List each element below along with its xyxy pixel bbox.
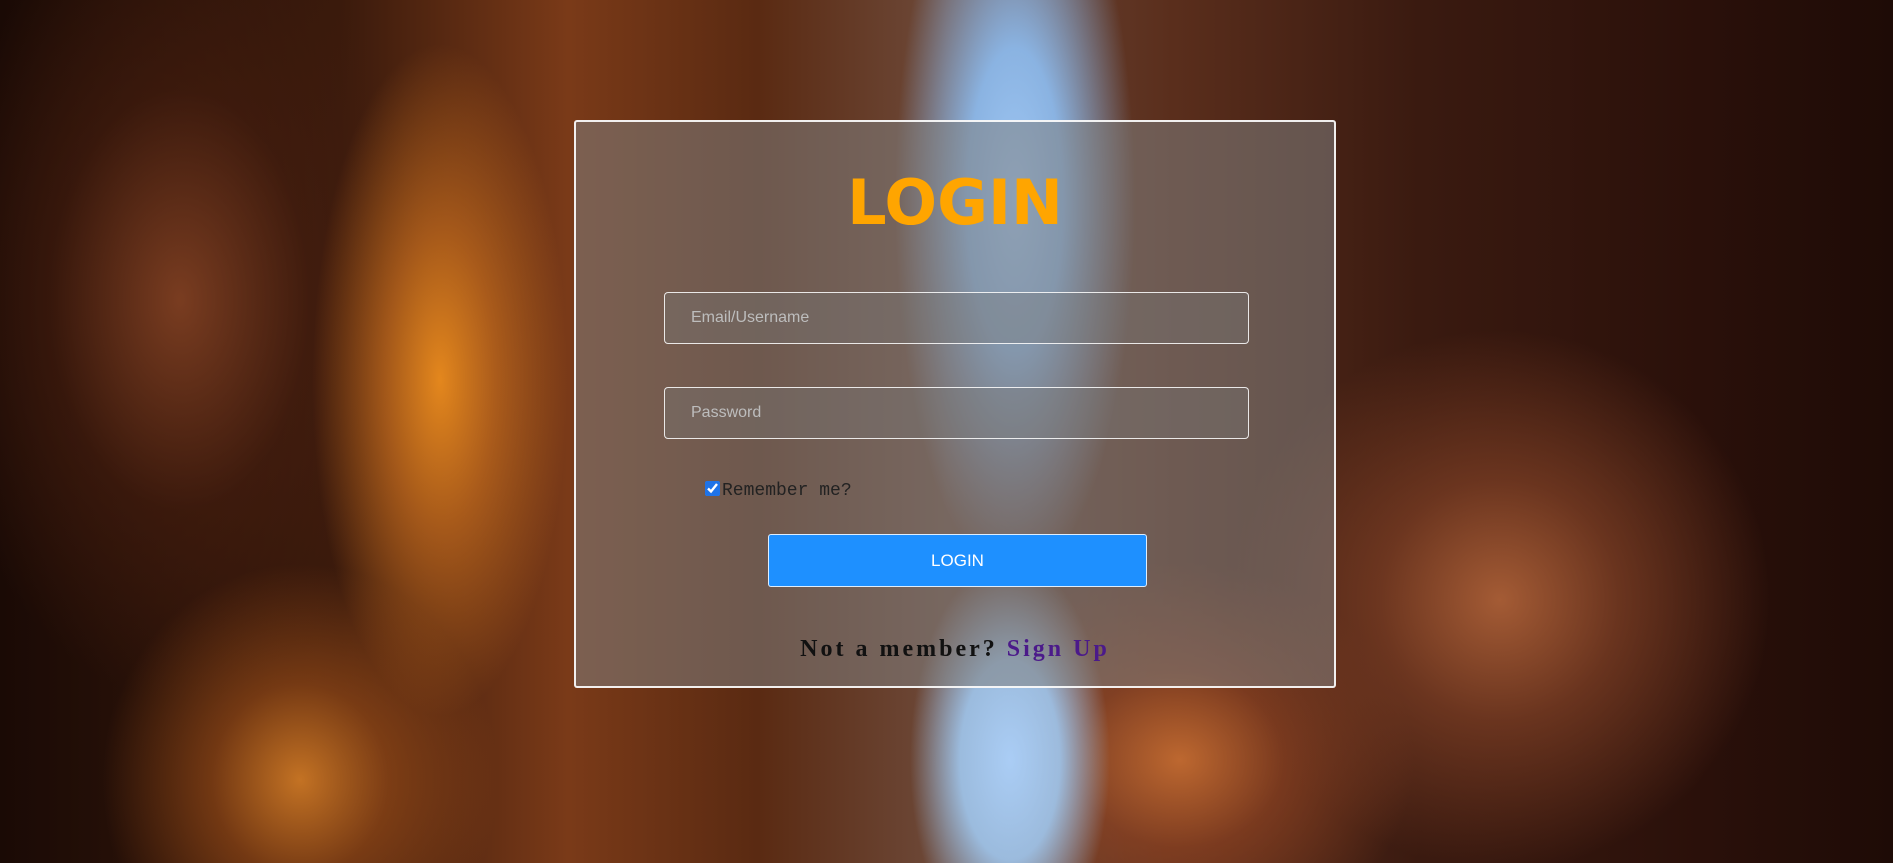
page-title: LOGIN xyxy=(847,166,1063,239)
signup-prompt-text: Not a member? xyxy=(800,636,998,662)
login-button[interactable]: LOGIN xyxy=(768,534,1147,587)
email-username-input[interactable] xyxy=(664,292,1249,344)
password-input[interactable] xyxy=(664,387,1249,439)
signup-prompt-row: Not a member? Sign Up xyxy=(576,636,1334,663)
signup-link[interactable]: Sign Up xyxy=(1007,636,1110,662)
remember-me-row: Remember me? xyxy=(705,476,852,501)
login-page: { "login": { "title": "LOGIN", "email": … xyxy=(0,0,1893,863)
remember-me-label[interactable]: Remember me? xyxy=(722,481,852,501)
remember-me-checkbox[interactable] xyxy=(705,480,720,496)
login-panel: LOGIN Remember me? LOGIN Not a member? S… xyxy=(574,120,1336,688)
